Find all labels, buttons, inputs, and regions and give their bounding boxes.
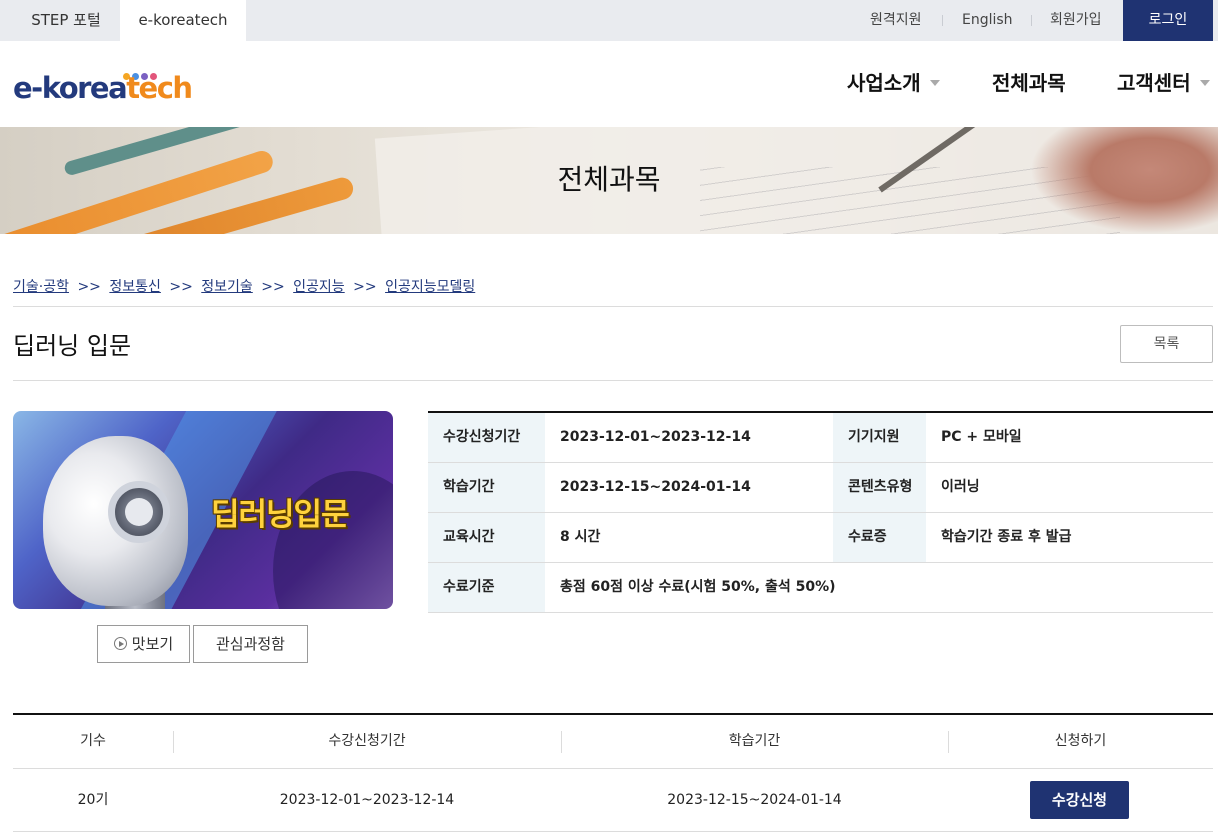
info-value: 학습기간 종료 후 발급 [941,529,1072,545]
info-label: 수료증 [833,513,926,562]
info-value: 8 시간 [560,529,601,545]
nav-all-courses[interactable]: 전체과목 [992,41,1066,127]
ekoreatech-logo[interactable]: e-koreatech [13,65,193,109]
schedule-table: 기수 수강신청기간 학습기간 신청하기 20기 2023-12-01~2023-… [13,713,1213,832]
logo-text-tech: tech [126,71,193,105]
nav-label: 전체과목 [992,71,1066,95]
logo-text-korea: e-korea [13,71,128,105]
breadcrumb-separator: >> [261,279,285,295]
info-label: 콘텐츠유형 [833,463,926,512]
breadcrumb-item[interactable]: 정보통신 [109,279,161,295]
logo-text: e-koreatech [13,71,193,105]
column-header: 학습기간 [728,733,781,749]
play-circle-icon [113,637,127,650]
info-label: 교육시간 [428,513,545,562]
english-link[interactable]: English [962,0,1013,41]
enroll-period-cell: 2023-12-01~2023-12-14 [279,792,455,808]
site-header: e-koreatech 사업소개 전체과목 고객센터 [0,41,1218,127]
preview-button[interactable]: 맛보기 [97,625,190,663]
breadcrumb-separator: >> [169,279,193,295]
course-thumbnail: 딥러닝입문 [13,411,393,609]
nav-business-intro[interactable]: 사업소개 [847,41,940,127]
info-label: 학습기간 [428,463,545,512]
info-row: 수강신청기간 2023-12-01~2023-12-14 기기지원 PC + 모… [428,413,1213,463]
login-button[interactable]: 로그인 [1123,0,1213,41]
top-utility-bar: STEP 포털 e-koreatech 원격지원 English 회원가입 로그… [0,0,1218,41]
column-header: 수강신청기간 [328,733,406,749]
nav-customer-center[interactable]: 고객센터 [1117,41,1210,127]
chevron-down-icon [929,79,940,86]
info-value: 이러닝 [941,479,980,495]
info-value: PC + 모바일 [941,429,1022,445]
column-header: 기수 [80,733,106,749]
page-title: 딥러닝 입문 [13,332,132,360]
info-row: 수료기준 총점 60점 이상 수료(시험 50%, 출석 50%) [428,563,1213,613]
breadcrumb-separator: >> [77,279,101,295]
info-row: 교육시간 8 시간 수료증 학습기간 종료 후 발급 [428,513,1213,563]
page-banner: 전체과목 [0,127,1218,234]
site-tab-step-portal[interactable]: STEP 포털 [12,0,120,41]
robot-ear-core-image [125,498,153,526]
breadcrumb-item[interactable]: 인공지능모델링 [385,279,475,295]
list-button[interactable]: 목록 [1120,325,1213,363]
breadcrumb: 기술·공학 >> 정보통신 >> 정보기술 >> 인공지능 >> 인공지능모델링 [13,276,475,296]
term-cell: 20기 [77,792,109,808]
course-info-table: 수강신청기간 2023-12-01~2023-12-14 기기지원 PC + 모… [428,411,1213,613]
info-label: 수강신청기간 [428,413,545,462]
study-period-cell: 2023-12-15~2024-01-14 [667,792,842,808]
wishlist-button[interactable]: 관심과정함 [193,625,308,663]
info-value: 2023-12-01~2023-12-14 [560,429,751,445]
breadcrumb-item[interactable]: 인공지능 [293,279,345,295]
divider [13,380,1213,381]
divider [13,306,1213,307]
chevron-down-icon [1199,79,1210,86]
apply-button[interactable]: 수강신청 [1030,781,1129,819]
preview-label: 맛보기 [131,635,174,653]
breadcrumb-item[interactable]: 기술·공학 [13,279,69,295]
banner-title: 전체과목 [557,163,661,196]
info-value: 2023-12-15~2024-01-14 [560,479,751,495]
thumbnail-title: 딥러닝입문 [211,497,350,533]
nav-label: 사업소개 [847,71,921,95]
info-value: 총점 60점 이상 수료(시험 50%, 출석 50%) [560,579,836,595]
nav-label: 고객센터 [1117,71,1191,95]
divider [1031,15,1032,26]
column-header: 신청하기 [1054,733,1107,749]
info-label: 기기지원 [833,413,926,462]
signup-link[interactable]: 회원가입 [1050,0,1102,41]
table-header: 기수 수강신청기간 학습기간 신청하기 [13,715,1213,769]
breadcrumb-separator: >> [353,279,377,295]
info-row: 학습기간 2023-12-15~2024-01-14 콘텐츠유형 이러닝 [428,463,1213,513]
divider [942,15,943,26]
site-tab-ekoreatech[interactable]: e-koreatech [120,0,246,41]
breadcrumb-item[interactable]: 정보기술 [201,279,253,295]
info-label: 수료기준 [428,563,545,612]
remote-support-link[interactable]: 원격지원 [870,0,922,41]
